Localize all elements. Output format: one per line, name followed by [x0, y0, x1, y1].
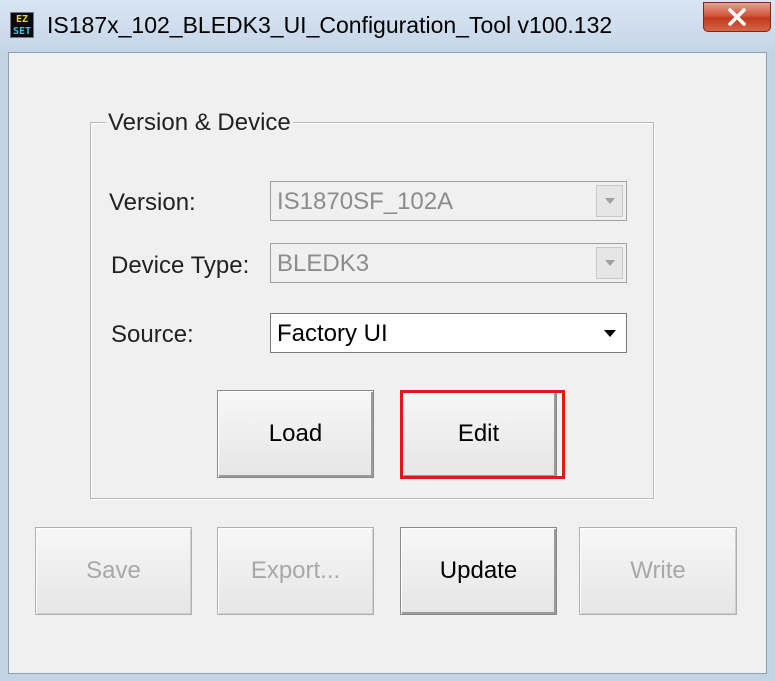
chevron-down-icon [604, 260, 615, 266]
export-button[interactable]: Export... [217, 527, 374, 615]
chevron-down-icon [604, 198, 615, 204]
source-label: Source: [111, 321, 194, 348]
source-dropdown-arrow[interactable] [596, 317, 623, 349]
close-icon [728, 8, 746, 26]
device-type-label: Device Type: [111, 252, 250, 279]
window-title: IS187x_102_BLEDK3_UI_Configuration_Tool … [47, 12, 613, 38]
version-dropdown-arrow[interactable] [596, 185, 623, 217]
source-dropdown[interactable]: Factory UI [270, 313, 627, 353]
device-type-dropdown[interactable]: BLEDK3 [270, 243, 627, 283]
chevron-down-icon [603, 329, 616, 337]
edit-button[interactable]: Edit [400, 390, 557, 478]
device-type-value: BLEDK3 [277, 250, 370, 277]
app-icon: EZ SET [10, 12, 34, 38]
app-icon-text-bottom: SET [12, 26, 32, 37]
save-button[interactable]: Save [35, 527, 192, 615]
load-button[interactable]: Load [217, 390, 374, 478]
groupbox-label: Version & Device [106, 109, 293, 137]
close-button[interactable] [703, 2, 771, 32]
client-area: Version & Device Version: IS1870SF_102A … [8, 52, 767, 674]
app-window: EZ SET IS187x_102_BLEDK3_UI_Configuratio… [0, 0, 775, 681]
version-label: Version: [109, 189, 196, 216]
device-type-dropdown-arrow[interactable] [596, 247, 623, 279]
version-dropdown[interactable]: IS1870SF_102A [270, 181, 627, 221]
version-value: IS1870SF_102A [277, 188, 454, 215]
write-button[interactable]: Write [579, 527, 737, 615]
app-icon-text-top: EZ [15, 14, 29, 25]
update-button[interactable]: Update [400, 527, 557, 615]
source-value: Factory UI [277, 320, 388, 347]
title-bar[interactable]: EZ SET IS187x_102_BLEDK3_UI_Configuratio… [0, 0, 775, 50]
